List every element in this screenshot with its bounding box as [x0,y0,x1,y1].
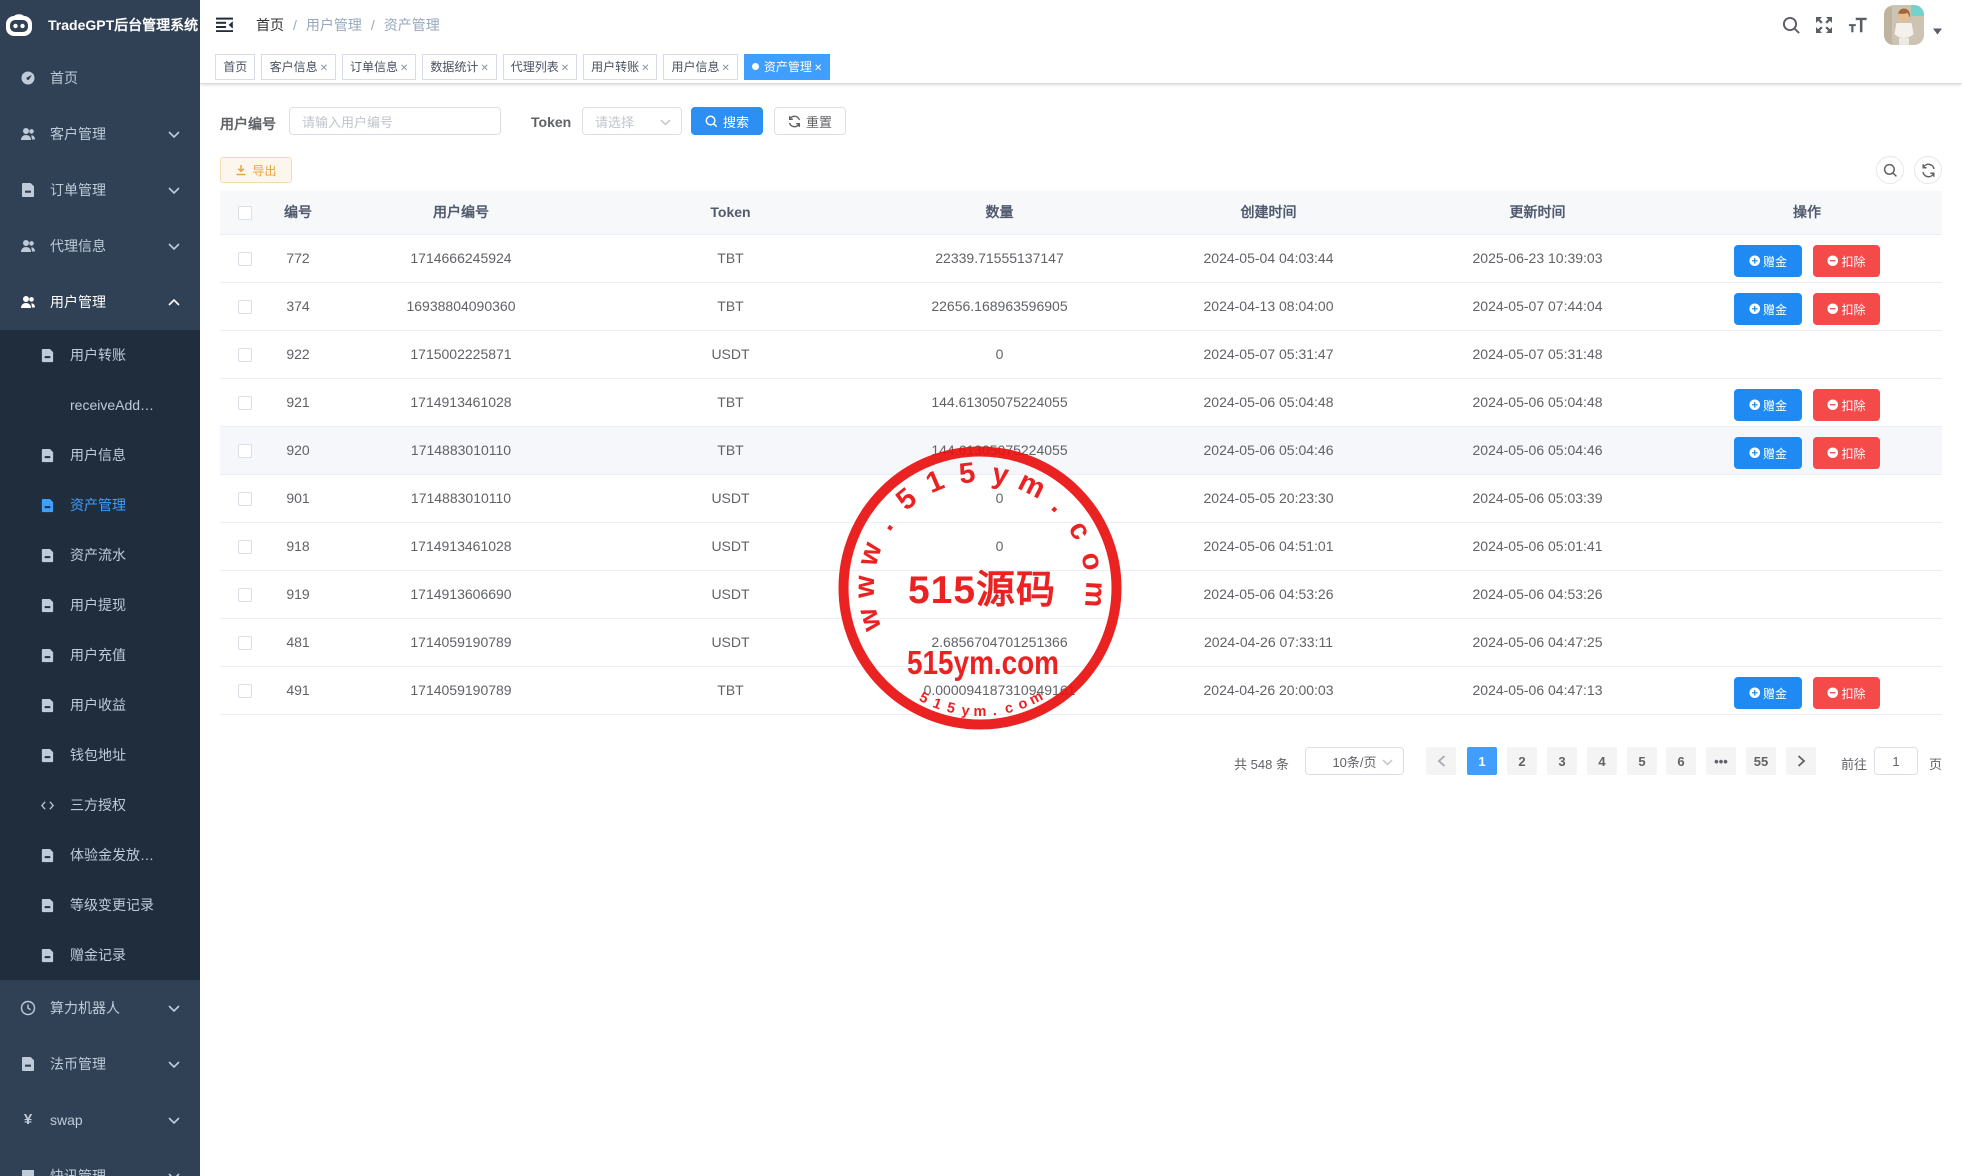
svg-text:5: 5 [957,457,977,491]
svg-text:y: y [990,458,1012,492]
svg-text:.: . [992,703,998,719]
svg-text:1: 1 [931,695,944,713]
svg-text:o: o [1074,549,1109,574]
svg-text:m: m [974,704,987,720]
svg-text:1: 1 [921,464,948,500]
svg-text:.: . [1045,490,1073,519]
svg-text:w: w [851,538,889,570]
svg-text:515源码: 515源码 [908,569,1056,612]
svg-text:5: 5 [916,689,930,707]
svg-text:515ym.com: 515ym.com [907,644,1059,681]
svg-text:w: w [849,575,881,599]
svg-text:c: c [1003,700,1015,717]
svg-text:y: y [961,703,971,720]
svg-text:.: . [869,512,900,537]
svg-text:w: w [851,604,888,636]
svg-text:5: 5 [945,700,957,717]
svg-text:5: 5 [890,482,923,517]
svg-text:m: m [1078,581,1111,609]
svg-text:c: c [1062,516,1098,546]
